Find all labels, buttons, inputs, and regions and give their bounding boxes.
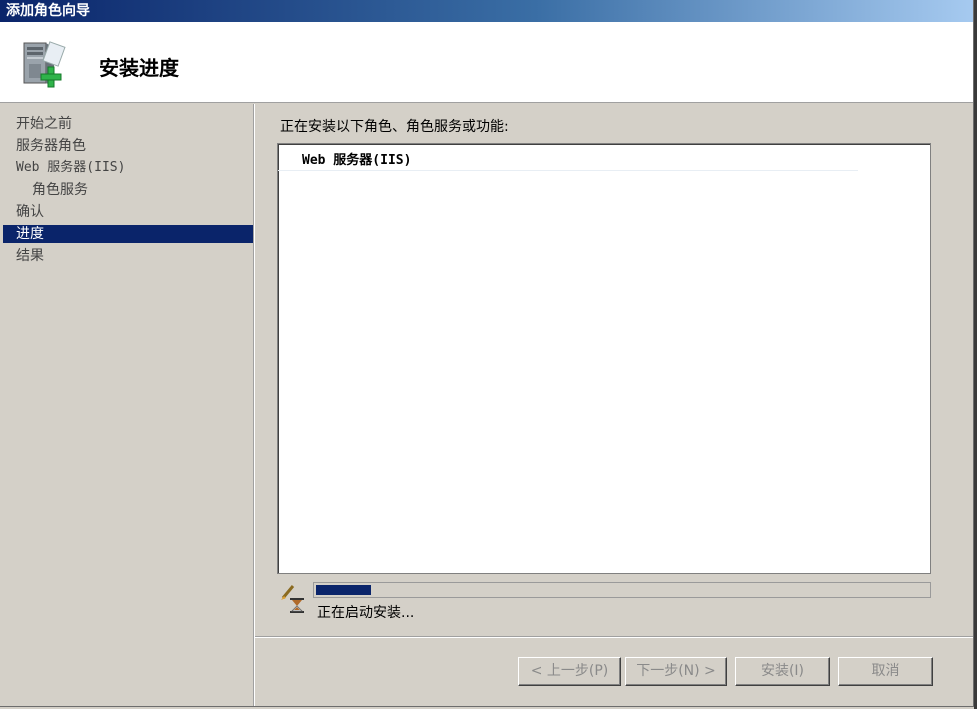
nav-item-web-server-iis[interactable]: Web 服务器(IIS) <box>3 159 253 177</box>
server-add-icon <box>23 41 66 88</box>
sidebar-divider <box>253 104 255 706</box>
previous-button[interactable]: < 上一步(P) <box>518 657 621 686</box>
install-button[interactable]: 安装(I) <box>735 657 830 686</box>
nav-item-role-services[interactable]: 角色服务 <box>3 181 253 199</box>
nav-item-results[interactable]: 结果 <box>3 247 253 265</box>
install-items-list[interactable]: Web 服务器(IIS) <box>277 143 931 574</box>
nav-item-progress[interactable]: 进度 <box>3 225 253 243</box>
page-title: 安装进度 <box>99 56 179 80</box>
progress-fill <box>316 585 371 595</box>
wizard-header: 安装进度 <box>0 22 973 103</box>
install-item-label: Web 服务器(IIS) <box>302 153 412 168</box>
install-description: 正在安装以下角色、角色服务或功能: <box>280 119 509 135</box>
next-button[interactable]: 下一步(N) > <box>625 657 727 686</box>
list-item: Web 服务器(IIS) <box>278 144 858 171</box>
cancel-button[interactable]: 取消 <box>838 657 933 686</box>
wizard-steps-nav: 开始之前 服务器角色 Web 服务器(IIS) 角色服务 确认 进度 结果 <box>3 104 253 702</box>
window-title: 添加角色向导 <box>0 0 973 22</box>
nav-item-confirmation[interactable]: 确认 <box>3 203 253 221</box>
hourglass-icon <box>281 585 304 613</box>
wizard-window: 添加角色向导 安装进度 开始之前 服务器角色 Web 服务器(IIS) 角色服务… <box>0 0 974 707</box>
button-area-separator <box>255 636 973 638</box>
progress-status: 正在启动安装... <box>317 605 415 621</box>
install-progress-bar <box>313 582 931 598</box>
nav-item-server-roles[interactable]: 服务器角色 <box>3 137 253 155</box>
nav-item-before-you-begin[interactable]: 开始之前 <box>3 115 253 133</box>
